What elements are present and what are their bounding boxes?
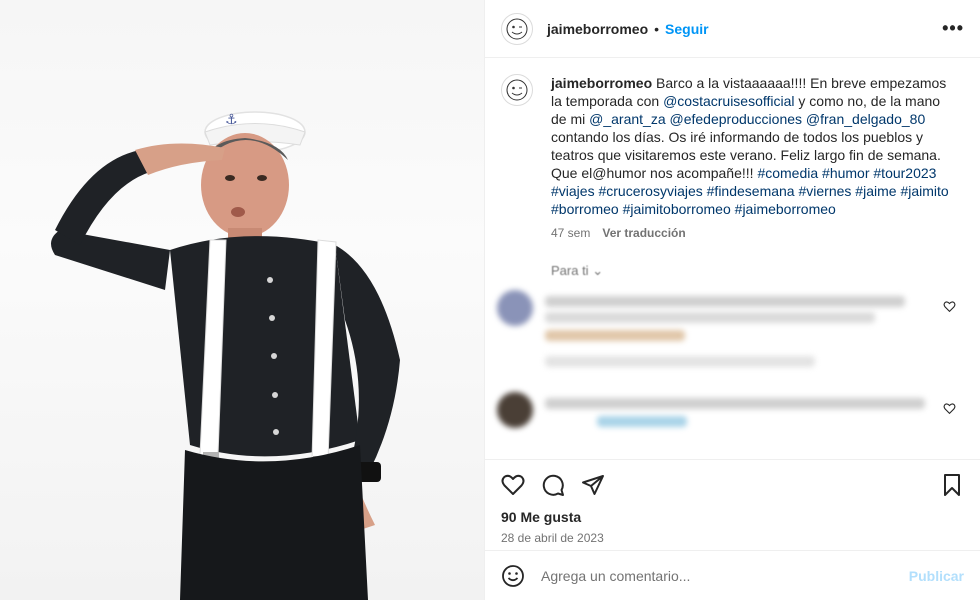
for-you-label: Para ti ⌄	[551, 263, 603, 279]
instagram-post-view: ⚓ jaimeborromeo • Seguir ••• jaimeborrom…	[0, 0, 980, 600]
hashtag-link[interactable]: #findesemana	[707, 183, 795, 199]
man-saluting-illustration: ⚓	[51, 111, 400, 600]
save-bookmark-icon[interactable]	[940, 473, 964, 497]
post-date[interactable]: 28 de abril de 2023	[485, 525, 980, 545]
caption-meta: 47 sem Ver traducción	[485, 226, 980, 240]
hashtag-link[interactable]: #jaimitoborromeo	[623, 201, 731, 217]
mention-link[interactable]: @costacruisesofficial	[663, 93, 794, 109]
blurred-comment	[497, 392, 962, 459]
commenter-avatar	[497, 290, 533, 326]
post-side-panel: jaimeborromeo • Seguir ••• jaimeborromeo…	[485, 0, 980, 600]
more-options-icon[interactable]: •••	[942, 18, 964, 39]
hashtag-link[interactable]: #humor	[822, 165, 869, 181]
caption-row: jaimeborromeo Barco a la vistaaaaaa!!!! …	[485, 58, 980, 218]
cartoon-face-icon	[506, 79, 528, 101]
post-actions-bar	[485, 459, 980, 509]
chevron-down-icon: ⌄	[592, 263, 604, 278]
share-paper-plane-icon[interactable]	[581, 473, 605, 497]
follow-button[interactable]: Seguir	[665, 21, 709, 37]
author-username[interactable]: jaimeborromeo	[547, 21, 648, 37]
for-you-text: Para ti	[551, 263, 589, 278]
separator-dot: •	[654, 20, 660, 37]
hashtag-link[interactable]: #viajes	[551, 183, 595, 199]
comment-input[interactable]	[541, 567, 909, 584]
hashtag-link[interactable]: #jaimeborromeo	[735, 201, 836, 217]
svg-text:⚓: ⚓	[225, 112, 238, 128]
likes-count[interactable]: 90 Me gusta	[485, 509, 980, 525]
hashtag-link[interactable]: #borromeo	[551, 201, 619, 217]
see-translation-link[interactable]: Ver traducción	[602, 226, 685, 240]
caption-text: jaimeborromeo Barco a la vistaaaaaa!!!! …	[551, 74, 956, 218]
post-age[interactable]: 47 sem	[551, 226, 590, 240]
emoji-smiley-icon[interactable]	[501, 564, 525, 588]
comment-bubble-icon[interactable]	[541, 473, 565, 497]
hashtag-link[interactable]: #crucerosyviajes	[598, 183, 702, 199]
caption-username[interactable]: jaimeborromeo	[551, 75, 652, 91]
post-header: jaimeborromeo • Seguir •••	[485, 0, 980, 58]
mention-link[interactable]: @efedeproducciones	[670, 111, 803, 127]
like-comment-heart-icon[interactable]	[943, 300, 956, 313]
hashtag-link[interactable]: #comedia	[757, 165, 818, 181]
author-avatar[interactable]	[501, 12, 533, 45]
commenter-avatar	[497, 392, 533, 428]
like-comment-heart-icon[interactable]	[943, 402, 956, 415]
post-photo[interactable]: ⚓	[0, 0, 485, 600]
hashtag-link[interactable]: #viernes	[798, 183, 851, 199]
hashtag-link[interactable]: #tour2023	[873, 165, 936, 181]
hashtag-link[interactable]: #jaimito	[900, 183, 948, 199]
caption-author-avatar[interactable]	[501, 74, 533, 106]
comments-area[interactable]: jaimeborromeo Barco a la vistaaaaaa!!!! …	[485, 58, 980, 459]
like-heart-icon[interactable]	[501, 473, 525, 497]
mention-link[interactable]: @_arant_za	[589, 111, 665, 127]
cartoon-face-icon	[506, 18, 528, 39]
mention-link[interactable]: @fran_delgado_80	[806, 111, 925, 127]
hashtag-link[interactable]: #jaime	[855, 183, 896, 199]
publish-button[interactable]: Publicar	[909, 568, 964, 584]
comment-composer: Publicar	[485, 550, 980, 600]
blurred-comment	[497, 290, 962, 378]
caption-body: Barco a la vistaaaaaa!!!! En breve empez…	[551, 75, 949, 217]
